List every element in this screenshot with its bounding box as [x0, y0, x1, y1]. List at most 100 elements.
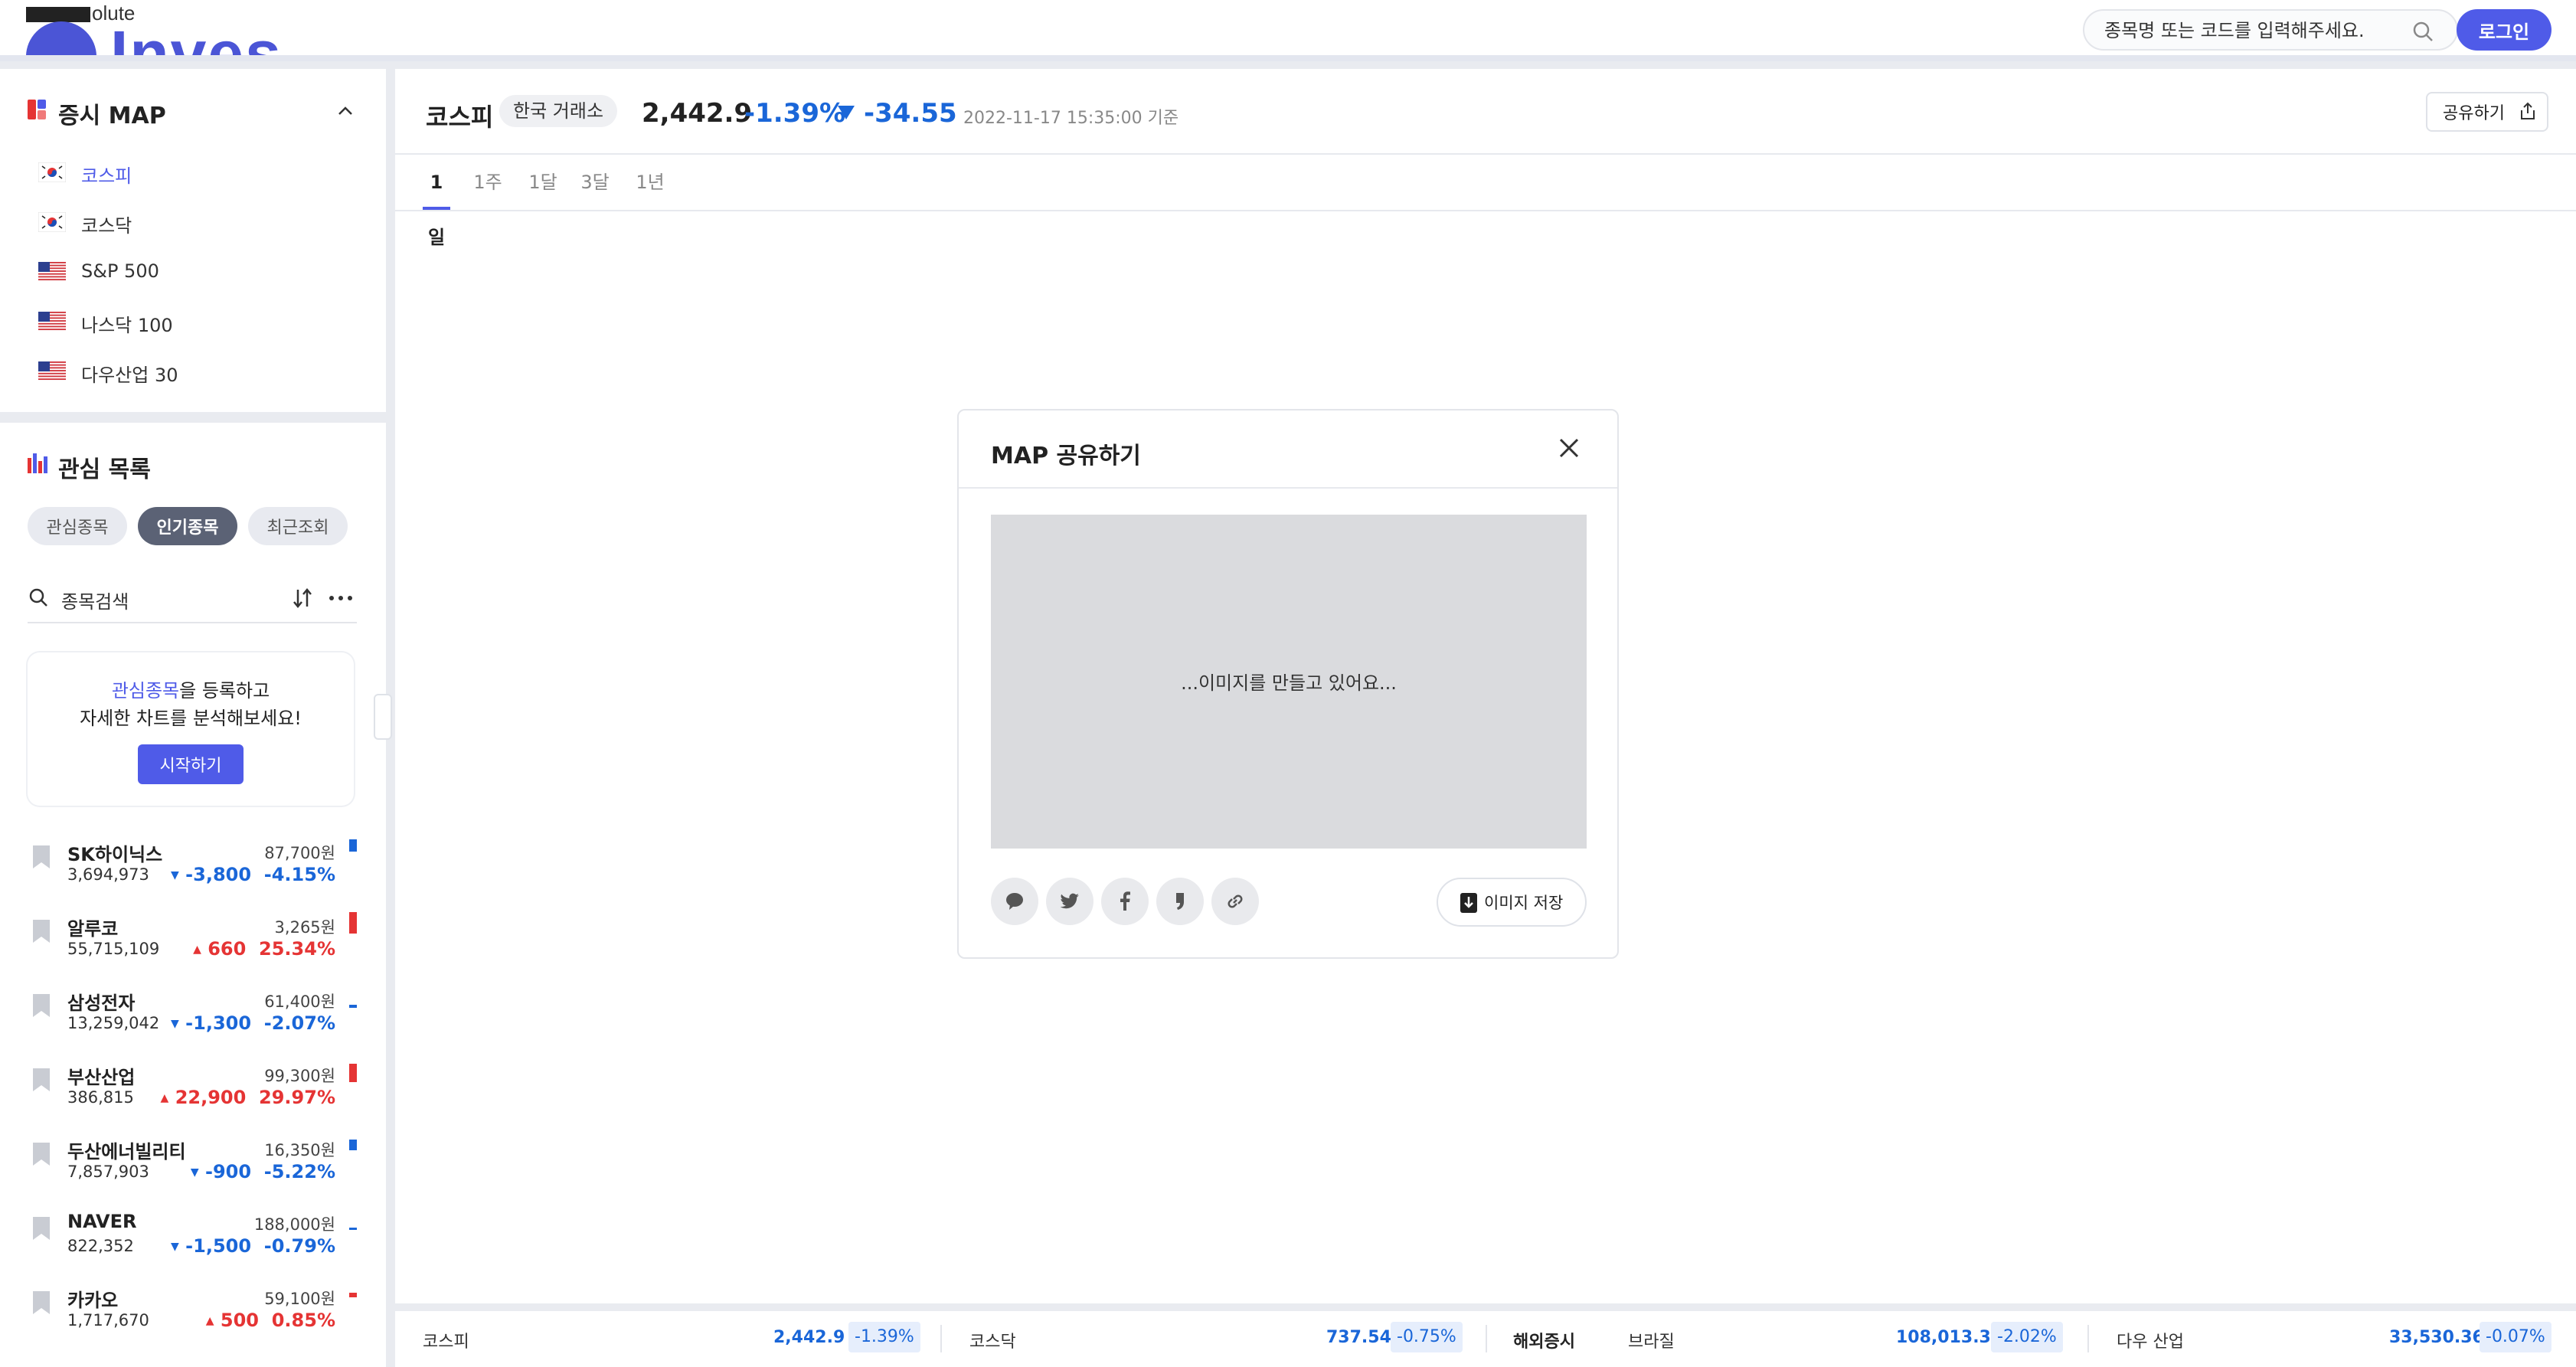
stock-change: ▲ 22,900 29.97%	[160, 1087, 335, 1108]
market-map-item[interactable]: 다우산업 30	[0, 348, 386, 397]
search-icon[interactable]	[2411, 19, 2435, 44]
index-rate: -1.39%	[744, 98, 846, 129]
link-share-button[interactable]	[1211, 878, 1259, 925]
ticker-dow-value: 33,530.36	[2389, 1328, 2484, 1347]
stock-list-item[interactable]: NAVER 822,352 188,000원 ▼ -1,500 -0.79%	[0, 1199, 386, 1273]
stock-change: ▼ -1,300 -2.07%	[171, 1012, 335, 1034]
chip-favorites[interactable]: 관심종목	[28, 507, 127, 545]
download-icon	[1460, 893, 1477, 913]
stock-name: 삼성전자	[67, 993, 136, 1014]
twitter-share-button[interactable]	[1046, 878, 1093, 925]
stock-list-item[interactable]: SK하이닉스 3,694,973 87,700원 ▼ -3,800 -4.15%	[0, 827, 386, 901]
ticker-kosdaq-value: 737.54	[1326, 1328, 1391, 1347]
ticker-brazil-rate: -2.02%	[1991, 1322, 2063, 1352]
market-map-item-label: 다우산업 30	[81, 365, 178, 386]
promo-line-1: 관심종목을 등록하고	[111, 680, 270, 701]
market-map-item[interactable]: 코스피	[0, 149, 386, 198]
ticker-separator	[1486, 1325, 1487, 1352]
watchlist-search-row[interactable]: 종목검색	[28, 577, 357, 623]
stock-search-input[interactable]	[2104, 18, 2411, 43]
bookmark-icon[interactable]	[31, 1141, 52, 1167]
tab-1week[interactable]: 1주	[469, 155, 507, 210]
mini-candle	[349, 1005, 357, 1008]
bookmark-icon[interactable]	[31, 844, 52, 870]
tab-1year[interactable]: 1년	[631, 155, 669, 210]
stock-name: 카카오	[67, 1290, 119, 1311]
stock-name: 두산에너빌리티	[67, 1141, 186, 1163]
market-map-item-label: 코스닥	[81, 215, 132, 237]
stock-price: 59,100원	[264, 1290, 335, 1308]
bookmark-icon[interactable]	[31, 918, 52, 944]
sort-icon[interactable]	[291, 587, 314, 610]
down-arrow-icon: ▼	[171, 1018, 179, 1030]
logo[interactable]: olute Invest	[26, 0, 279, 55]
bookmark-icon[interactable]	[31, 1067, 52, 1093]
watchlist-panel: 관심 목록 관심종목 인기종목 최근조회 종목검색 관심종목을 등록하고 자세한…	[0, 423, 386, 1367]
stock-change: ▼ -3,800 -4.15%	[171, 864, 335, 885]
facebook-icon	[1120, 891, 1130, 911]
bookmark-icon[interactable]	[31, 1290, 52, 1316]
mini-candle	[349, 1228, 357, 1230]
ticker-kosdaq-label[interactable]: 코스닥	[969, 1328, 1016, 1352]
chevron-up-icon[interactable]	[334, 100, 357, 123]
down-arrow-icon	[838, 106, 855, 119]
ticker-kospi-value: 2,442.9	[773, 1328, 845, 1347]
bottom-ticker: 코스피 2,442.9 -1.39% 코스닥 737.54 -0.75% 해외증…	[395, 1311, 2576, 1367]
band-share-button[interactable]	[1156, 878, 1204, 925]
logo-big-text: Invest	[110, 18, 279, 55]
ticker-brazil-value: 108,013.37	[1896, 1328, 2003, 1347]
tab-3month[interactable]: 3달	[576, 155, 614, 210]
market-map-item[interactable]: 코스닥	[0, 198, 386, 248]
stock-list-item[interactable]: 부산산업 386,815 99,300원 ▲ 22,900 29.97%	[0, 1050, 386, 1124]
login-button[interactable]: 로그인	[2457, 9, 2551, 51]
stock-list-item[interactable]: 카카오 1,717,670 59,100원 ▲ 500 0.85%	[0, 1273, 386, 1347]
stock-list-item[interactable]: 삼성전자 13,259,042 61,400원 ▼ -1,300 -2.07%	[0, 976, 386, 1050]
save-image-button[interactable]: 이미지 저장	[1437, 878, 1587, 927]
mini-candle	[349, 1064, 357, 1082]
market-map-item-label: 나스닥 100	[81, 315, 173, 336]
market-map-title: 증시 MAP	[58, 103, 166, 129]
chip-recent[interactable]: 최근조회	[248, 507, 348, 545]
ticker-kospi-label[interactable]: 코스피	[423, 1328, 469, 1352]
us-flag-icon	[38, 262, 66, 282]
market-map-item[interactable]: S&P 500	[0, 248, 386, 298]
mini-candle	[349, 1293, 357, 1297]
panel-collapse-handle[interactable]	[374, 694, 392, 740]
stock-list-item[interactable]: 두산에너빌리티 7,857,903 16,350원 ▼ -900 -5.22%	[0, 1124, 386, 1199]
preview-loading-text: ...이미지를 만들고 있어요...	[1181, 672, 1397, 694]
bookmark-icon[interactable]	[31, 1215, 52, 1241]
index-title: 코스피	[426, 103, 494, 132]
watchlist-promo-card: 관심종목을 등록하고 자세한 차트를 분석해보세요! 시작하기	[28, 652, 354, 806]
start-button[interactable]: 시작하기	[138, 744, 244, 784]
more-icon[interactable]	[328, 587, 354, 610]
ticker-dow-label[interactable]: 다우 산업	[2117, 1328, 2184, 1352]
stock-volume: 7,857,903	[67, 1163, 149, 1181]
stock-name: 부산산업	[67, 1067, 136, 1088]
chip-popular[interactable]: 인기종목	[138, 507, 237, 545]
ticker-separator	[940, 1325, 942, 1352]
ticker-overseas-label[interactable]: 해외증시	[1513, 1328, 1575, 1352]
top-header: olute Invest 로그인	[0, 0, 2576, 61]
tab-1month[interactable]: 1달	[524, 155, 562, 210]
facebook-share-button[interactable]	[1101, 878, 1149, 925]
stock-change: ▼ -1,500 -0.79%	[171, 1235, 335, 1257]
stock-name: NAVER	[67, 1211, 137, 1232]
band-icon	[1176, 893, 1184, 910]
ticker-brazil-label[interactable]: 브라질	[1628, 1328, 1675, 1352]
share-button[interactable]: 공유하기	[2426, 92, 2548, 132]
stock-name: 알루코	[67, 918, 119, 940]
close-icon[interactable]	[1556, 435, 1582, 461]
image-preview: ...이미지를 만들고 있어요...	[991, 515, 1587, 849]
stock-price: 61,400원	[264, 993, 335, 1011]
map-share-modal: MAP 공유하기 ...이미지를 만들고 있어요... 이미지 저장	[957, 409, 1619, 959]
stock-list-item[interactable]: 알루코 55,715,109 3,265원 ▲ 660 25.34%	[0, 901, 386, 976]
bookmark-icon[interactable]	[31, 993, 52, 1019]
tab-1day[interactable]: 1일	[423, 155, 450, 248]
watchlist-title: 관심 목록	[58, 456, 151, 483]
stock-search-box[interactable]	[2083, 9, 2458, 51]
market-map-item[interactable]: 나스닥 100	[0, 298, 386, 348]
kakaotalk-share-button[interactable]	[991, 878, 1038, 925]
stock-price: 87,700원	[264, 844, 335, 862]
promo-line-2: 자세한 차트를 분석해보세요!	[80, 708, 302, 729]
share-button-label: 공유하기	[2443, 104, 2505, 123]
